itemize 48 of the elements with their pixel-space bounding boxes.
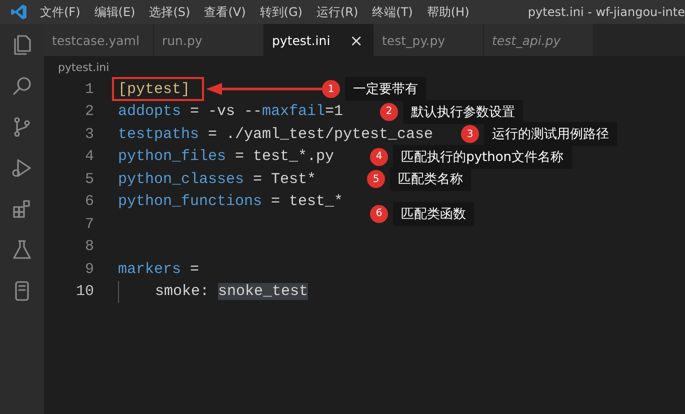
- line-number: 3: [84, 126, 95, 143]
- annotation-label: 默认执行参数设置: [403, 100, 524, 124]
- window-title: pytest.ini - wf-jiangou-inte: [528, 5, 685, 19]
- editor-tab[interactable]: pytest.ini ×: [264, 24, 374, 56]
- menu-item[interactable]: 编辑(E): [94, 4, 136, 20]
- line-number: 1: [84, 80, 95, 98]
- breadcrumb[interactable]: pytest.ini: [58, 60, 110, 74]
- menu-item[interactable]: 选择(S): [149, 4, 190, 20]
- number-badge: 3: [461, 125, 480, 144]
- number-badge: 2: [380, 102, 398, 121]
- highlighted-code: [pytest]: [112, 77, 204, 102]
- annotation-label: 匹配类函数: [393, 202, 474, 226]
- number-badge: 6: [370, 204, 388, 223]
- editor-tab[interactable]: test_api.py: [484, 24, 594, 56]
- menu-item[interactable]: 文件(F): [40, 4, 80, 20]
- number-badge: 1: [322, 80, 340, 98]
- menu-item[interactable]: 运行(R): [316, 4, 358, 20]
- menu-item[interactable]: 转到(G): [260, 4, 302, 20]
- app-logo-icon: [10, 3, 28, 21]
- line-number: 2: [84, 103, 95, 120]
- close-icon[interactable]: ×: [350, 30, 363, 50]
- editor-tab[interactable]: testcase.yaml: [44, 24, 154, 56]
- line-number: 6: [84, 193, 95, 210]
- number-badge: 5: [367, 170, 386, 188]
- code-line: markers =: [118, 260, 200, 280]
- annotation-label: 匹配执行的python文件名称: [393, 144, 572, 169]
- line-number: 10: [74, 283, 95, 300]
- code-line: testpaths = ./yaml_test/pytest_case: [118, 124, 434, 145]
- code-line: python_functions = test_*: [118, 192, 344, 212]
- editor-tab[interactable]: test_py.py: [374, 24, 484, 56]
- editor-tab[interactable]: run.py: [154, 24, 264, 56]
- code-line: smoke: snoke_test: [118, 280, 308, 303]
- menu-item[interactable]: 查看(V): [204, 4, 246, 20]
- line-number: 7: [84, 216, 95, 233]
- number-badge: 4: [370, 148, 388, 166]
- run-debug-icon[interactable]: [10, 156, 34, 180]
- line-number: 8: [84, 238, 95, 256]
- code-line: addopts = -vs --maxfail=1: [118, 102, 344, 122]
- annotation-label: 匹配类名称: [390, 167, 472, 192]
- line-number: 5: [84, 170, 95, 188]
- menu-item[interactable]: 帮助(H): [426, 4, 470, 20]
- line-number: 9: [84, 260, 95, 278]
- annotation-label: 一定要带有: [345, 77, 426, 102]
- code-line: python_files = test_*.py: [118, 147, 334, 168]
- code-line: python_classes = Test*: [118, 170, 316, 190]
- menu-item[interactable]: 终端(T): [372, 4, 413, 20]
- line-number: 4: [84, 148, 95, 166]
- annotation-label: 运行的测试用例路径: [484, 122, 618, 146]
